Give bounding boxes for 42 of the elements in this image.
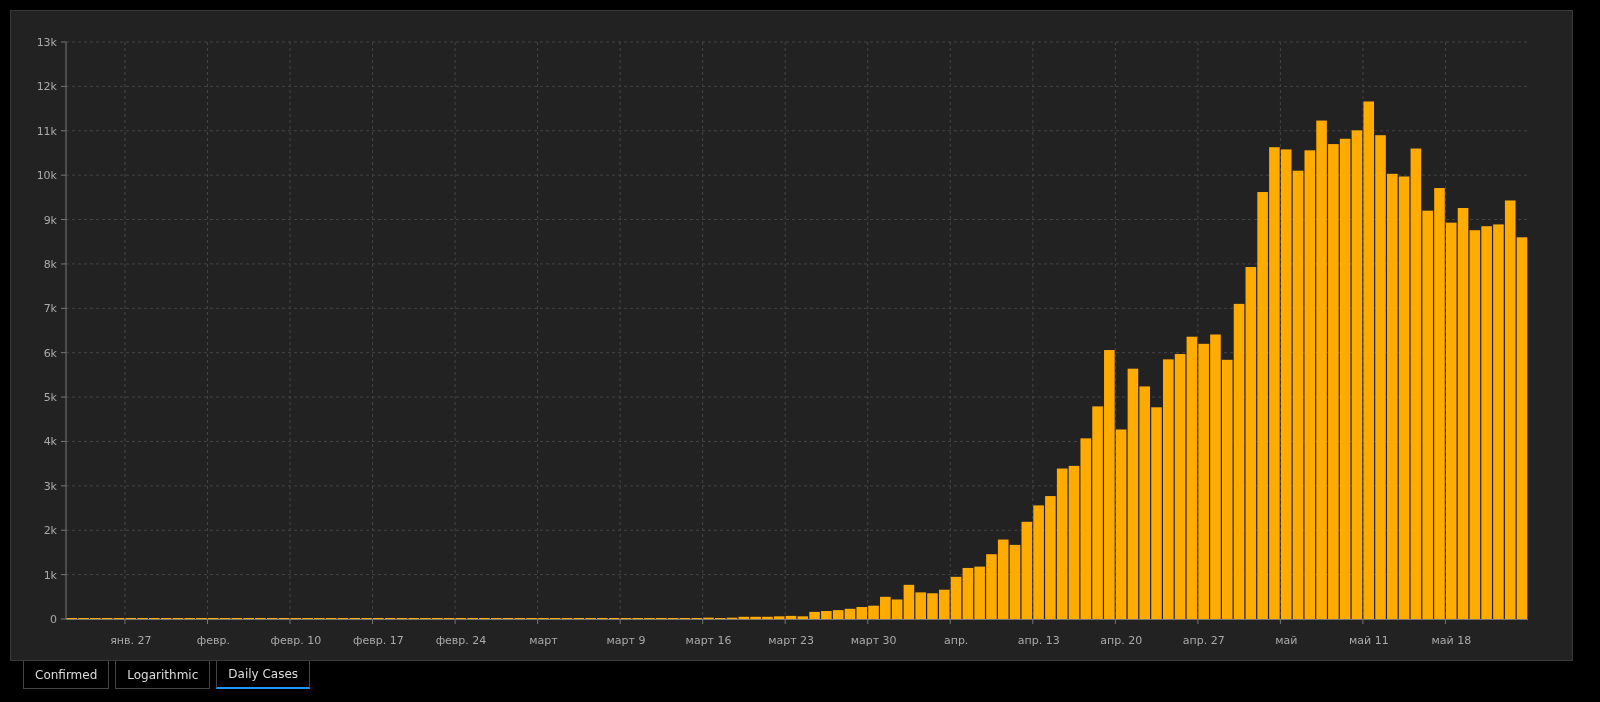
bar <box>832 610 844 619</box>
y-axis-label: 2k <box>43 524 57 538</box>
y-axis-label: 7k <box>43 302 57 316</box>
y-axis-label: 9k <box>43 213 57 227</box>
y-axis-label: 6k <box>43 346 57 360</box>
bar <box>915 592 926 619</box>
x-axis-label: февр. 10 <box>270 634 322 647</box>
y-axis-label: 13k <box>36 36 57 49</box>
y-axis-label: 8k <box>43 257 57 271</box>
x-axis-label: апр. 20 <box>1100 634 1143 647</box>
bar <box>844 608 856 619</box>
x-axis-label: апр. 27 <box>1182 634 1225 647</box>
bar <box>974 566 985 619</box>
x-axis-label: апр. 13 <box>1017 634 1060 647</box>
x-axis-label: февр. 24 <box>435 634 487 647</box>
x-axis-label: февр. 17 <box>353 634 404 647</box>
y-axis-label: 3k <box>43 479 57 493</box>
bar <box>927 593 938 619</box>
x-axis-label: март 23 <box>768 634 815 647</box>
x-axis-label: март <box>529 634 558 647</box>
tab[interactable]: Logarithmic <box>115 661 211 689</box>
x-axis-label: май 11 <box>1349 634 1389 647</box>
y-axis-label: 0 <box>50 613 57 626</box>
bar <box>856 607 868 619</box>
tab[interactable]: Confirmed <box>23 661 110 689</box>
x-axis-label: февр. <box>196 634 230 647</box>
x-axis-label: апр. <box>943 634 969 647</box>
y-axis-label: 11k <box>36 124 57 138</box>
y-axis-label: 5k <box>43 391 57 405</box>
x-axis-label: март 9 <box>606 634 646 647</box>
y-axis-label: 1k <box>43 568 57 582</box>
y-axis-label: 10k <box>36 169 57 183</box>
y-axis-label: 12k <box>36 80 57 94</box>
bar <box>986 554 997 619</box>
x-axis-label: май <box>1275 634 1298 647</box>
x-axis-label: март 16 <box>685 634 732 647</box>
bar <box>962 567 974 619</box>
x-axis-label: янв. 27 <box>110 634 152 647</box>
x-axis-label: март 30 <box>850 634 897 647</box>
x-axis-label: май 18 <box>1431 634 1472 647</box>
tab[interactable]: Daily Cases <box>216 661 311 689</box>
y-axis-label: 4k <box>43 435 57 449</box>
